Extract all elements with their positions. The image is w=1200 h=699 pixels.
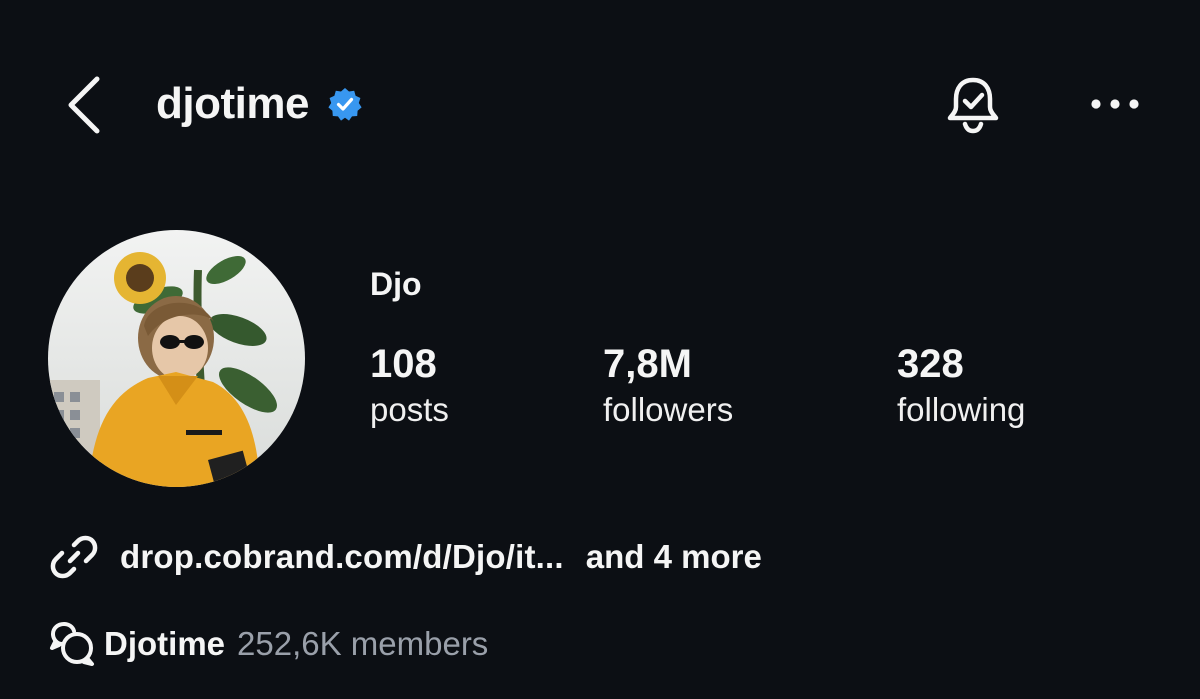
bell-check-icon xyxy=(947,77,999,134)
chevron-left-icon xyxy=(68,76,100,134)
username-row: djotime xyxy=(156,74,363,134)
more-options-button[interactable] xyxy=(1082,80,1148,128)
avatar-photo xyxy=(48,230,305,487)
profile-link-url[interactable]: drop.cobrand.com/d/Djo/it... xyxy=(120,538,564,576)
community-name: Djotime xyxy=(104,625,226,662)
profile-username: djotime xyxy=(156,79,309,128)
back-button[interactable] xyxy=(58,70,108,140)
stat-following[interactable]: 328 following xyxy=(897,340,1025,432)
verified-badge-icon xyxy=(327,86,363,122)
profile-links[interactable]: drop.cobrand.com/d/Djo/it... and 4 more xyxy=(48,530,762,584)
community-members: 252,6K members xyxy=(237,625,489,662)
stat-following-label: following xyxy=(897,391,1026,428)
stat-followers[interactable]: 7,8M followers xyxy=(603,340,733,432)
stat-followers-label: followers xyxy=(603,391,734,428)
stat-following-count: 328 xyxy=(897,342,964,386)
stat-posts[interactable]: 108 posts xyxy=(370,340,449,432)
profile-avatar[interactable] xyxy=(48,230,305,487)
profile-links-more[interactable]: and 4 more xyxy=(586,538,762,576)
more-horizontal-icon xyxy=(1091,99,1139,109)
stat-posts-count: 108 xyxy=(370,342,437,386)
stat-posts-label: posts xyxy=(370,391,449,428)
stat-followers-count: 7,8M xyxy=(603,342,692,386)
profile-display-name: Djo xyxy=(370,266,422,302)
link-icon xyxy=(48,531,100,583)
notifications-button[interactable] xyxy=(935,70,1011,140)
profile-header: djotime xyxy=(0,0,1200,210)
community-chat[interactable]: Djotime 252,6K members xyxy=(48,618,488,670)
chat-bubbles-icon xyxy=(48,620,96,668)
